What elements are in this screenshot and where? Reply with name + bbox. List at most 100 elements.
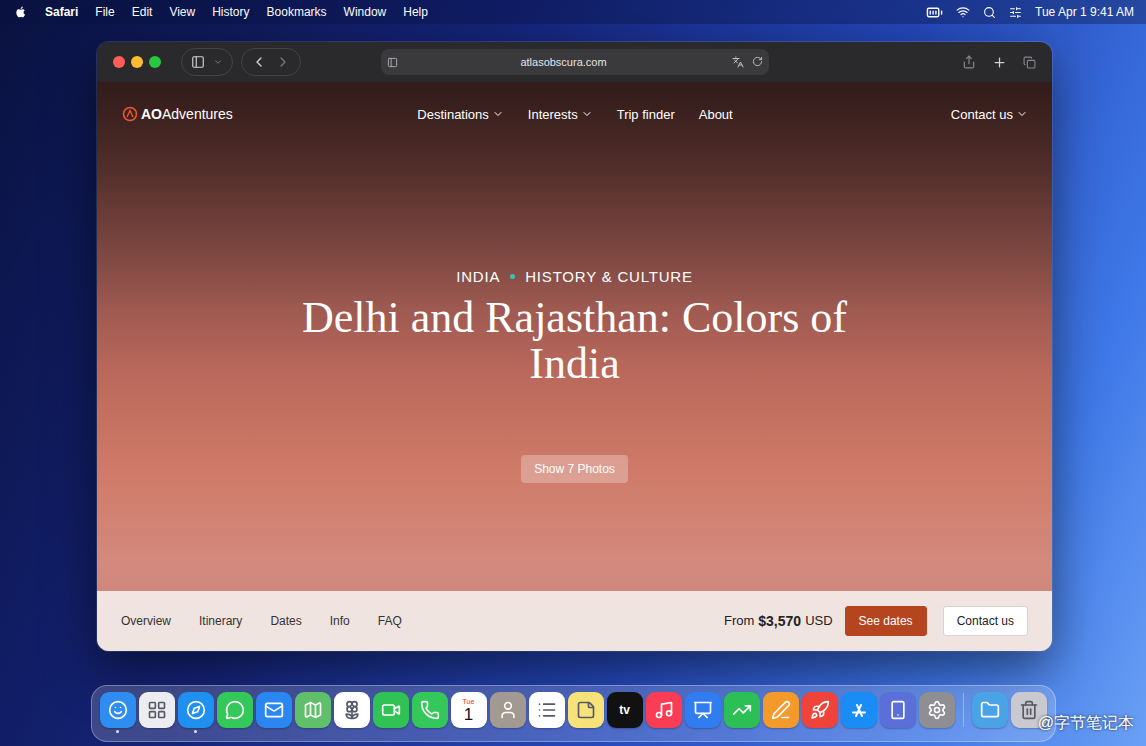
dock-item[interactable] [373,692,409,733]
menu-item[interactable]: Window [344,5,387,19]
dock-app-icon[interactable] [295,692,331,728]
share-icon[interactable] [962,55,976,69]
dock-item[interactable] [217,692,253,733]
app-store-icon [849,700,869,720]
dock-item[interactable] [724,692,760,733]
dock-item[interactable] [763,692,799,733]
dock-app-icon[interactable] [373,692,409,728]
dock-item[interactable] [880,692,916,733]
dock-app-icon[interactable] [919,692,955,728]
minimize-button[interactable] [131,56,143,68]
address-bar[interactable]: atlasobscura.com [381,49,769,75]
clock[interactable]: Tue Apr 1 9:41 AM [1035,5,1134,19]
hero-tag[interactable]: HISTORY & CULTURE [525,268,693,285]
section-link[interactable]: FAQ [378,614,402,628]
forward-icon[interactable] [275,54,291,70]
dock-item[interactable] [490,692,526,733]
running-indicator [662,730,665,733]
dock-item[interactable] [334,692,370,733]
section-link[interactable]: Itinerary [199,614,242,628]
dock-item[interactable] [802,692,838,733]
menu-item[interactable]: View [169,5,195,19]
page-menu-icon[interactable] [387,57,398,68]
dock-item[interactable] [972,692,1008,733]
dock-item[interactable] [178,692,214,733]
wifi-icon[interactable] [956,5,970,19]
running-indicator [389,730,392,733]
battery-icon[interactable] [926,4,943,21]
calendar-day: 1 [464,706,473,724]
dock-app-icon[interactable] [646,692,682,728]
address-text[interactable]: atlasobscura.com [411,56,717,68]
search-icon[interactable] [983,6,996,19]
chevron-down-icon [1016,108,1028,120]
running-indicator [584,730,587,733]
dock-app-icon[interactable] [529,692,565,728]
nav-link[interactable]: Interests [528,107,593,122]
dock-app-icon[interactable]: tv [607,692,643,728]
running-indicator [1027,730,1030,733]
back-icon[interactable] [251,54,267,70]
dock-app-icon[interactable] [763,692,799,728]
dock-app-icon[interactable] [217,692,253,728]
dock-item[interactable] [685,692,721,733]
dock-item[interactable] [100,692,136,733]
menu-item[interactable]: Help [403,5,428,19]
section-link[interactable]: Dates [270,614,301,628]
nav-link[interactable]: Trip finder [617,107,675,122]
dock-app-icon[interactable] [972,692,1008,728]
dock-app-icon[interactable] [334,692,370,728]
dock-item[interactable] [139,692,175,733]
reload-icon[interactable] [752,56,763,67]
dock-app-icon[interactable] [490,692,526,728]
sidebar-button[interactable] [181,48,233,76]
tabs-overview-icon[interactable] [1023,56,1036,69]
section-link[interactable]: Info [330,614,350,628]
contact-button[interactable]: Contact us [943,606,1028,636]
contact-link[interactable]: Contact us [951,107,1028,122]
menu-item[interactable]: History [212,5,249,19]
dock-item[interactable]: Tue1 [451,692,487,733]
apple-icon[interactable] [14,5,28,19]
dock-app-icon[interactable] [880,692,916,728]
site-logo[interactable]: AOAdventures [122,106,417,122]
dock-app-icon[interactable] [178,692,214,728]
dock-app-icon[interactable] [412,692,448,728]
dock-item[interactable] [841,692,877,733]
iphone-icon [888,700,908,720]
dock-app-icon[interactable]: Tue1 [451,692,487,728]
nav-link[interactable]: About [699,107,733,122]
nav-link[interactable]: Destinations [417,107,504,122]
dock-app-icon[interactable] [724,692,760,728]
dock-app-icon[interactable] [256,692,292,728]
show-photos-button[interactable]: Show 7 Photos [521,455,628,483]
dock-item[interactable] [529,692,565,733]
dock-item[interactable] [646,692,682,733]
dock-item[interactable] [256,692,292,733]
close-button[interactable] [113,56,125,68]
control-center-icon[interactable] [1009,6,1022,19]
see-dates-button[interactable]: See dates [845,606,927,636]
app-menu[interactable]: Safari [45,5,78,19]
dock-app-icon[interactable] [685,692,721,728]
safari-icon [186,700,206,720]
running-indicator [740,730,743,733]
dock-app-icon[interactable] [841,692,877,728]
dock-app-icon[interactable] [139,692,175,728]
dock-item[interactable]: tv [607,692,643,733]
dock-item[interactable] [919,692,955,733]
section-link[interactable]: Overview [121,614,171,628]
zoom-button[interactable] [149,56,161,68]
menu-item[interactable]: Edit [132,5,153,19]
menu-item[interactable]: File [95,5,114,19]
translate-icon[interactable] [732,56,744,68]
menu-item[interactable]: Bookmarks [267,5,327,19]
dock-item[interactable] [295,692,331,733]
new-tab-icon[interactable] [992,55,1007,70]
hero-tag[interactable]: INDIA [456,268,500,285]
dock-app-icon[interactable] [802,692,838,728]
dock-app-icon[interactable] [568,692,604,728]
dock-item[interactable] [412,692,448,733]
dock-item[interactable] [568,692,604,733]
dock-app-icon[interactable] [100,692,136,728]
